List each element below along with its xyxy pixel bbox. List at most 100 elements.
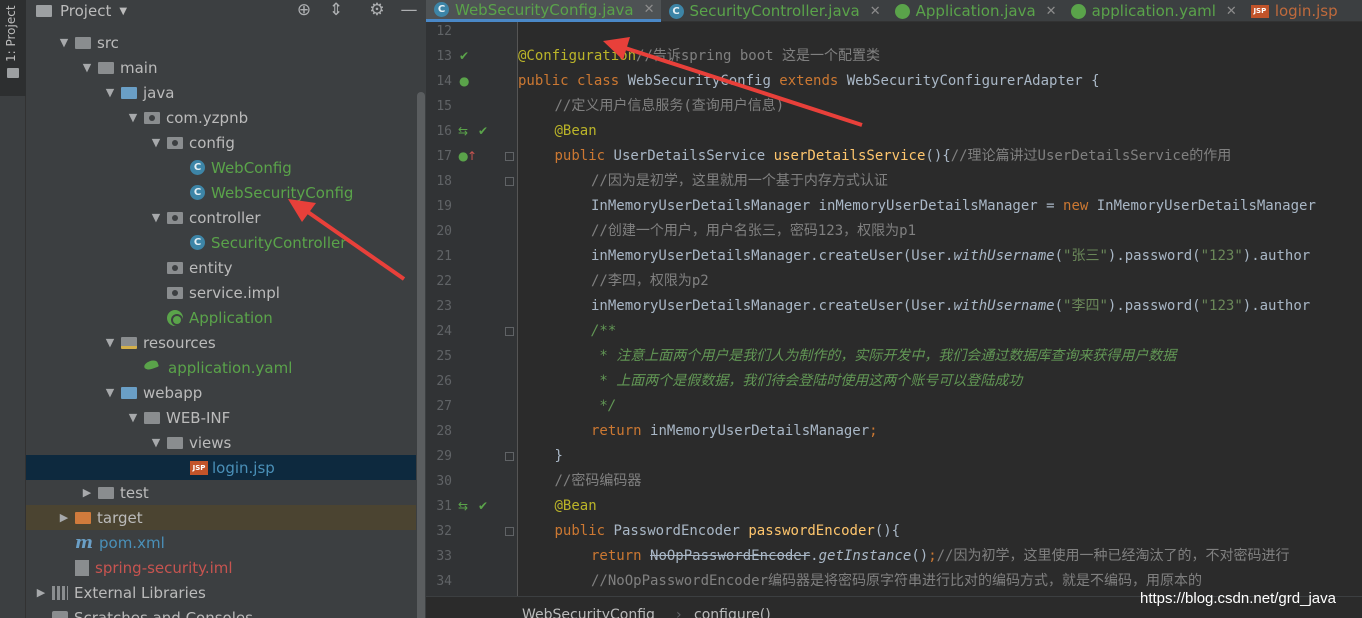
editor-tab[interactable]: C SecurityController.java ✕ <box>661 0 887 22</box>
expand-down-icon[interactable]: ▼ <box>149 211 163 224</box>
tree-item[interactable]: JSP login.jsp <box>26 455 416 480</box>
code-line: return NoOpPasswordEncoder.getInstance()… <box>591 544 1289 569</box>
breadcrumb-method[interactable]: configure() <box>694 607 771 618</box>
expand-right-icon[interactable]: ▶ <box>34 586 48 599</box>
tree-item[interactable]: Application <box>26 305 416 330</box>
line-number: 32 <box>436 524 452 539</box>
line-number: 24 <box>436 324 452 339</box>
expand-down-icon[interactable]: ▼ <box>103 386 117 399</box>
tree-item[interactable]: spring-security.iml <box>26 555 416 580</box>
breadcrumb-class[interactable]: WebSecurityConfig <box>522 607 655 618</box>
tree-item[interactable]: ▼ controller <box>26 205 416 230</box>
code-line: @Configuration//告诉spring boot 这是一个配置类 <box>518 44 880 69</box>
tree-item[interactable]: ▼ webapp <box>26 380 416 405</box>
tree-item[interactable]: ▶ target <box>26 505 416 530</box>
project-scrollbar[interactable] <box>416 22 426 618</box>
code-area[interactable]: @Configuration//告诉spring boot 这是一个配置类 pub… <box>518 22 1362 596</box>
project-tool-tab[interactable]: 1: Project <box>0 0 26 96</box>
editor-tab-label: SecurityController.java <box>689 2 860 20</box>
fold-marker-icon[interactable] <box>505 152 514 161</box>
code-token: WebSecurityConfig <box>627 73 780 89</box>
tree-item[interactable]: C WebConfig <box>26 155 416 180</box>
spring-boot-icon <box>894 3 910 19</box>
close-icon[interactable]: ✕ <box>1226 4 1237 19</box>
tree-item-label: src <box>97 33 119 52</box>
tree-item[interactable]: ▼ resources <box>26 330 416 355</box>
tree-item[interactable]: entity <box>26 255 416 280</box>
code-token: //告诉spring boot 这是一个配置类 <box>636 48 881 64</box>
tree-item[interactable]: application.yaml <box>26 355 416 380</box>
editor-tab[interactable]: application.yaml ✕ <box>1063 0 1243 22</box>
code-token: ; <box>869 423 878 439</box>
close-icon[interactable]: ✕ <box>1046 4 1057 19</box>
line-number: 30 <box>436 474 452 489</box>
code-token: */ <box>591 398 617 414</box>
expand-down-icon[interactable]: ▼ <box>57 36 71 49</box>
fold-marker-icon[interactable] <box>505 527 514 536</box>
tree-item[interactable]: C SecurityController <box>26 230 416 255</box>
tree-item[interactable]: ▼ views <box>26 430 416 455</box>
expand-down-icon[interactable]: ▼ <box>103 86 117 99</box>
hide-panel-icon[interactable]: — <box>398 0 420 22</box>
line-number: 19 <box>436 199 452 214</box>
target-icon[interactable]: ⊕ <box>293 0 315 22</box>
spring-config-gutter-icon[interactable]: ● <box>459 69 469 94</box>
code-token: //因为是初学，这里就用一个基于内存方式认证 <box>591 173 888 189</box>
fold-marker-icon[interactable] <box>505 452 514 461</box>
navigate-bean-icon[interactable]: ⇆ <box>458 119 468 144</box>
code-token: } <box>554 448 563 464</box>
line-number: 27 <box>436 399 452 414</box>
code-token: //李四，权限为p2 <box>591 273 709 289</box>
chevron-down-icon[interactable]: ▼ <box>119 6 127 17</box>
fold-marker-icon[interactable] <box>505 327 514 336</box>
expand-down-icon[interactable]: ▼ <box>149 436 163 449</box>
breadcrumb-separator: › <box>676 607 682 618</box>
fold-marker-icon[interactable] <box>505 177 514 186</box>
expand-down-icon[interactable]: ▼ <box>149 136 163 149</box>
tree-item[interactable]: ▼ com.yzpnb <box>26 105 416 130</box>
override-gutter-icon[interactable]: ↑ <box>467 144 477 169</box>
bean-gutter-icon[interactable]: ✔ <box>459 44 469 69</box>
editor-tab[interactable]: JSP login.jsp <box>1243 0 1344 22</box>
collapse-all-icon[interactable]: ⇕ <box>325 0 347 22</box>
code-token: (){ <box>874 523 901 539</box>
expand-right-icon[interactable]: ▶ <box>80 486 94 499</box>
tree-item-label: target <box>97 508 143 527</box>
project-panel-title[interactable]: Project <box>60 2 111 20</box>
bean-gutter-icon[interactable]: ✔ <box>478 119 488 144</box>
close-icon[interactable]: ✕ <box>870 4 881 19</box>
line-number: 34 <box>436 574 452 589</box>
expand-down-icon[interactable]: ▼ <box>103 336 117 349</box>
line-number: 29 <box>436 449 452 464</box>
code-token: inMemoryUserDetailsManager.createUser(Us… <box>591 298 954 314</box>
close-icon[interactable]: ✕ <box>644 2 655 17</box>
tree-item[interactable]: Scratches and Consoles <box>26 605 416 618</box>
scrollbar-thumb[interactable] <box>417 92 425 618</box>
tree-item[interactable]: ▼ WEB-INF <box>26 405 416 430</box>
tree-item[interactable]: ▼ config <box>26 130 416 155</box>
project-tool-tab-label: 1: Project <box>4 5 18 62</box>
tree-item[interactable]: C WebSecurityConfig <box>26 180 416 205</box>
tree-item[interactable]: ▶ External Libraries <box>26 580 416 605</box>
expand-right-icon[interactable]: ▶ <box>57 511 71 524</box>
source-folder-icon <box>121 86 137 99</box>
tree-item[interactable]: ▼ main <box>26 55 416 80</box>
code-line: public PasswordEncoder passwordEncoder()… <box>555 519 901 544</box>
navigate-bean-icon[interactable]: ⇆ <box>458 494 468 519</box>
tree-item-label: WEB-INF <box>166 408 231 427</box>
editor-tab[interactable]: Application.java ✕ <box>887 0 1063 22</box>
bean-gutter-icon[interactable]: ✔ <box>478 494 488 519</box>
gear-icon[interactable]: ⚙ <box>366 0 388 22</box>
tree-item[interactable]: service.impl <box>26 280 416 305</box>
code-token: WebSecurityConfigurerAdapter { <box>846 73 1100 89</box>
expand-down-icon[interactable]: ▼ <box>80 61 94 74</box>
tree-item-label: test <box>120 483 149 502</box>
tree-item[interactable]: ▶ test <box>26 480 416 505</box>
tree-item[interactable]: ▼ java <box>26 80 416 105</box>
tree-item[interactable]: m pom.xml <box>26 530 416 555</box>
expand-down-icon[interactable]: ▼ <box>126 111 140 124</box>
package-icon <box>144 111 160 124</box>
tree-item[interactable]: ▼ src <box>26 30 416 55</box>
editor-tab[interactable]: C WebSecurityConfig.java ✕ <box>426 0 661 22</box>
expand-down-icon[interactable]: ▼ <box>126 411 140 424</box>
